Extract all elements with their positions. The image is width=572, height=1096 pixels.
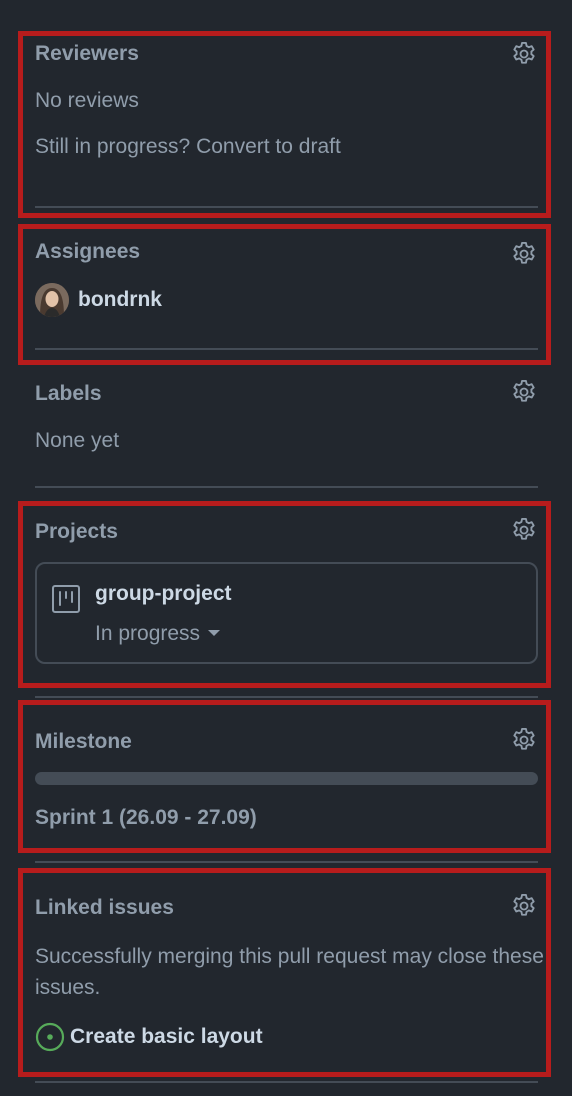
milestone-section: Milestone Sprint 1 (26.09 - 27.09): [35, 726, 538, 838]
triangle-down-icon: [208, 630, 221, 636]
assignees-section: Assignees bondrnk: [35, 238, 538, 348]
reviewers-section: Reviewers No reviews Still in progress? …: [35, 40, 538, 200]
linked-issues-section: Linked issues Successfully merging this …: [35, 892, 544, 1080]
assignee-avatar[interactable]: [35, 283, 69, 317]
projects-section: Projects group-project In progress: [35, 516, 538, 664]
labels-section: Labels None yet: [35, 378, 538, 480]
linked-issues-divider: [35, 1081, 538, 1083]
labels-settings-gear-icon[interactable]: [510, 378, 538, 406]
assignees-title: Assignees: [35, 240, 141, 263]
linked-issues-description: Successfully merging this pull request m…: [35, 945, 544, 999]
assignees-divider: [35, 348, 538, 350]
assignee-username[interactable]: bondrnk: [78, 286, 162, 314]
project-status-label: In progress: [95, 622, 201, 645]
project-board-icon: [51, 584, 81, 614]
linked-issues-settings-gear-icon[interactable]: [510, 892, 538, 920]
issue-opened-icon: [35, 1022, 65, 1052]
milestone-name[interactable]: Sprint 1 (26.09 - 27.09): [35, 804, 257, 832]
linked-issue-title: Create basic layout: [70, 1025, 263, 1048]
convert-to-draft-link[interactable]: Still in progress? Convert to draft: [35, 133, 341, 161]
labels-empty-text: None yet: [35, 429, 120, 452]
milestone-divider: [35, 861, 538, 863]
reviewers-settings-gear-icon[interactable]: [510, 40, 538, 68]
reviewers-divider: [35, 206, 538, 208]
reviewers-empty-text: No reviews: [35, 89, 139, 112]
labels-divider: [35, 486, 538, 488]
project-status-dropdown[interactable]: In progress: [95, 620, 221, 648]
milestone-title: Milestone: [35, 730, 132, 753]
milestone-settings-gear-icon[interactable]: [510, 726, 538, 754]
projects-settings-gear-icon[interactable]: [510, 516, 538, 544]
labels-title: Labels: [35, 382, 102, 405]
milestone-progress-bar: [35, 772, 538, 785]
projects-title: Projects: [35, 520, 118, 543]
assignees-settings-gear-icon[interactable]: [510, 240, 538, 268]
project-name[interactable]: group-project: [95, 580, 232, 608]
reviewers-title: Reviewers: [35, 42, 139, 65]
linked-issues-title: Linked issues: [35, 896, 174, 919]
project-card: group-project In progress: [35, 562, 538, 664]
projects-divider: [35, 696, 538, 698]
